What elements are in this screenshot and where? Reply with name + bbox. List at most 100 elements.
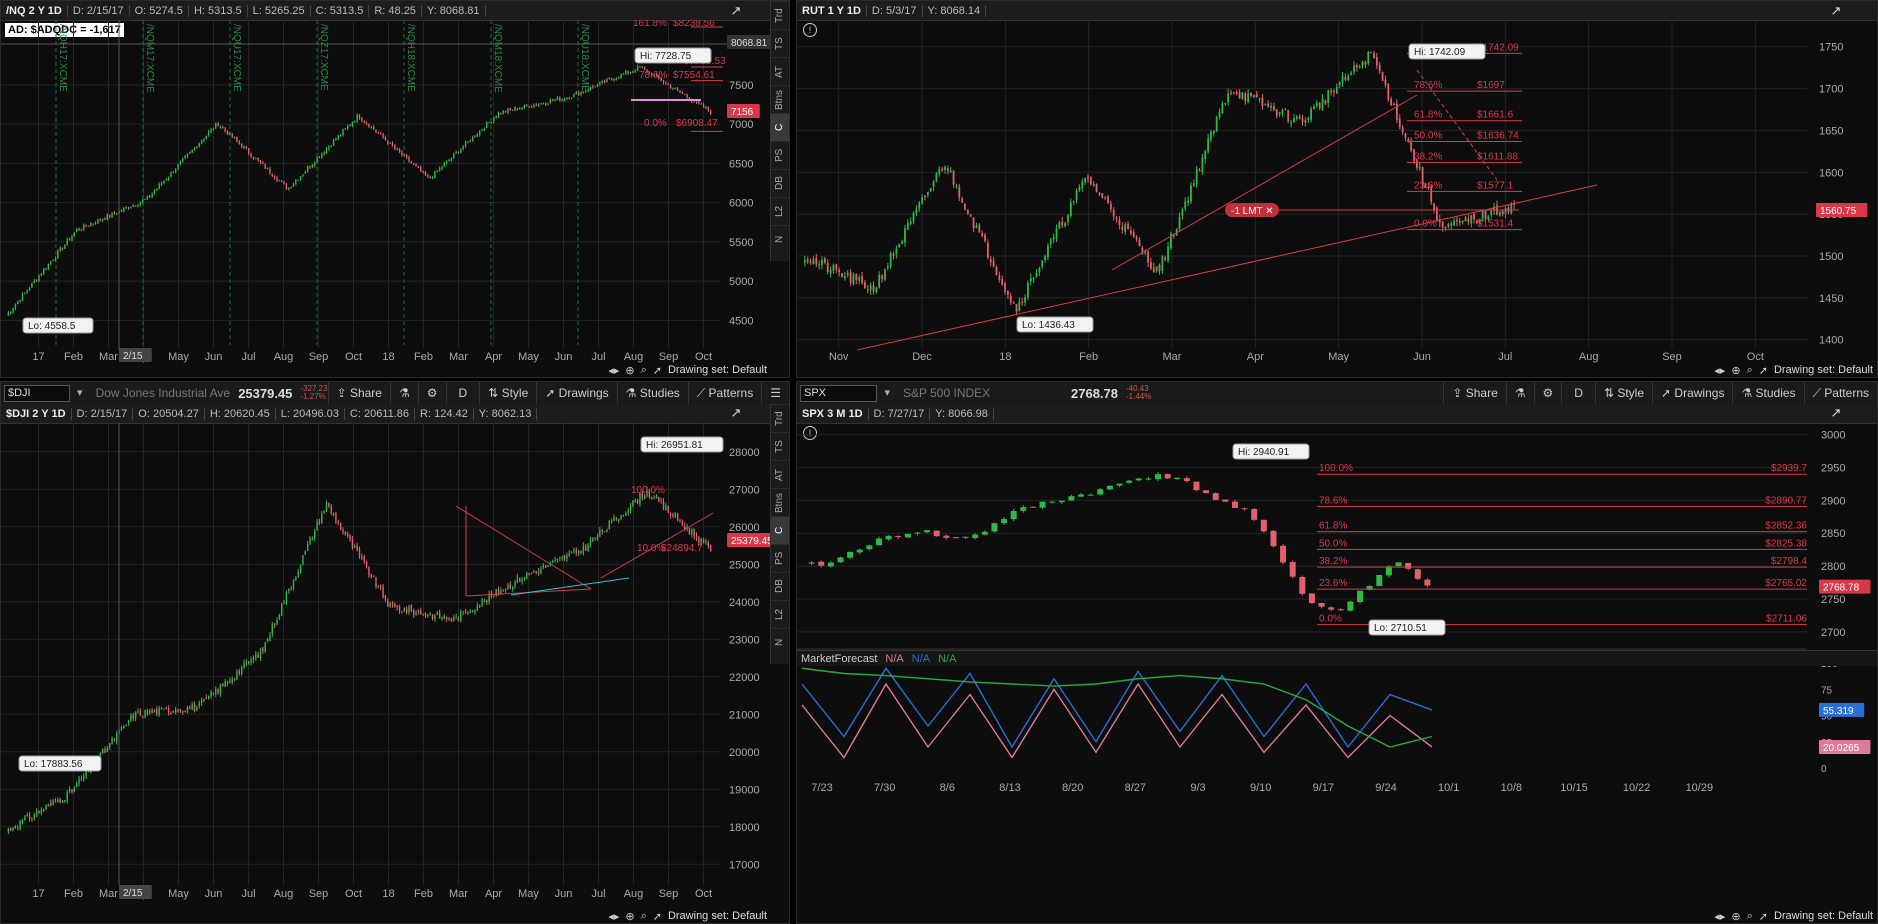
spx-chart-canvas[interactable]: 2700 2750 2800 2850 2900 2950 3000 100.0% $2939.…: [797, 423, 1878, 911]
aggregation-button[interactable]: D: [1561, 382, 1595, 404]
side-tab-ps[interactable]: PS: [771, 141, 789, 169]
drawings-button[interactable]: ➚ Drawings: [1652, 382, 1732, 404]
rut-candle: [1261, 97, 1264, 107]
chart-symbol-period[interactable]: /NQ 2 Y 1D: [1, 4, 68, 17]
zoom-icon[interactable]: ⌕: [1747, 364, 1753, 377]
zoom-icon[interactable]: ⌕: [641, 910, 647, 923]
share-button[interactable]: ⇪ Share: [1443, 382, 1505, 404]
indicator-tag-2: 20.0265: [1823, 743, 1860, 754]
patterns-button[interactable]: ⟋ Patterns: [1803, 382, 1877, 404]
rut-chart-canvas[interactable]: 14001450150015501600165017001750NovDec18…: [797, 20, 1878, 365]
dji-candle: [111, 738, 113, 745]
dji-chart-canvas[interactable]: 17000 18000 19000 20000 21000 22000 23000 24000…: [1, 423, 773, 911]
chart-expand-icon[interactable]: ↗: [1829, 4, 1843, 18]
cursor-icon[interactable]: ➚: [1759, 910, 1768, 923]
rut-candle: [1433, 203, 1435, 210]
style-button[interactable]: ⇅ Style: [1594, 382, 1652, 404]
nq-candle: [368, 124, 370, 128]
crosshair-icon[interactable]: ⊕: [1731, 910, 1740, 923]
spx-candle: [1058, 500, 1065, 503]
rut-candle: [1007, 291, 1009, 296]
nq-candle: [615, 78, 618, 80]
dji-candle: [483, 599, 486, 601]
chart-expand-icon[interactable]: ↗: [729, 406, 743, 420]
gear-icon[interactable]: ⚙: [1533, 382, 1562, 404]
side-tab-l2[interactable]: L2: [771, 197, 789, 225]
chart-expand-icon[interactable]: ↗: [729, 4, 743, 18]
dji-candle: [674, 513, 676, 518]
rut-candle: [1044, 256, 1046, 261]
fib-pct-label: 78.6%: [1414, 80, 1442, 91]
fib-price-label: $1697: [1477, 80, 1505, 91]
side-tab-l2[interactable]: L2: [771, 600, 789, 628]
side-tab-trd[interactable]: Trd: [771, 404, 789, 432]
gear-icon[interactable]: ⚙: [417, 382, 446, 404]
pan-icon[interactable]: ◂▸: [608, 364, 619, 377]
dji-candle: [509, 583, 512, 589]
side-tab-db[interactable]: DB: [771, 572, 789, 600]
drawing-set-label[interactable]: Drawing set: Default: [668, 364, 767, 376]
pan-icon[interactable]: ◂▸: [1714, 910, 1725, 923]
nq-candle: [417, 166, 420, 168]
side-tab-ts[interactable]: TS: [771, 432, 789, 460]
nq-candle: [582, 91, 585, 93]
nq-candle: [318, 157, 321, 159]
patterns-button[interactable]: ⟋ Patterns: [687, 382, 761, 404]
cursor-icon[interactable]: ➚: [1759, 364, 1768, 377]
chart-symbol-period[interactable]: SPX 3 M 1D: [797, 407, 869, 420]
dji-candle: [193, 703, 196, 711]
zoom-icon[interactable]: ⌕: [641, 364, 647, 377]
fib-price-label: $2890.77: [1765, 495, 1807, 506]
chart-expand-icon[interactable]: ↗: [1829, 406, 1843, 420]
side-tab-db[interactable]: DB: [771, 169, 789, 197]
side-tab-c[interactable]: C: [771, 516, 789, 544]
flask-icon[interactable]: ⚗: [1505, 382, 1534, 404]
symbol-selector[interactable]: $DJI: [4, 384, 82, 402]
studies-button[interactable]: ⚗ Studies: [1732, 382, 1803, 404]
pan-icon[interactable]: ◂▸: [1714, 364, 1725, 377]
nq-candle: [38, 275, 40, 281]
drawing-set-label[interactable]: Drawing set: Default: [1774, 910, 1873, 922]
drawing-set-label[interactable]: Drawing set: Default: [1774, 364, 1873, 376]
crosshair-icon[interactable]: ⊕: [1731, 364, 1740, 377]
zoom-icon[interactable]: ⌕: [1747, 910, 1753, 923]
rut-candle: [1029, 277, 1032, 282]
lo-label: Lo: 1436.43: [1022, 320, 1075, 331]
drawing-set-label[interactable]: Drawing set: Default: [668, 910, 767, 922]
cursor-icon[interactable]: ➚: [653, 364, 662, 377]
side-tab-at[interactable]: AT: [771, 57, 789, 85]
side-tab-trd[interactable]: Trd: [771, 1, 789, 29]
chart-symbol-period[interactable]: $DJI 2 Y 1D: [1, 407, 72, 420]
share-button[interactable]: ⇪ Share: [327, 382, 390, 404]
pan-icon[interactable]: ◂▸: [608, 910, 619, 923]
symbol-selector[interactable]: SPX: [800, 384, 890, 402]
nq-candle: [592, 86, 594, 88]
chart-symbol-period[interactable]: RUT 1 Y 1D: [797, 4, 867, 17]
crosshair-icon[interactable]: ⊕: [625, 910, 634, 923]
style-button[interactable]: ⇅ Style: [479, 382, 536, 404]
crosshair-icon[interactable]: ⊕: [625, 364, 634, 377]
dji-candle: [394, 604, 396, 607]
studies-button[interactable]: ⚗ Studies: [616, 382, 688, 404]
menu-icon[interactable]: ☰: [761, 382, 789, 404]
side-tab-ps[interactable]: PS: [771, 544, 789, 572]
side-tab-at[interactable]: AT: [771, 460, 789, 488]
side-tab-n[interactable]: N: [771, 225, 789, 253]
dji-candle: [410, 605, 413, 611]
side-tab-n[interactable]: N: [771, 628, 789, 656]
dji-candle: [137, 711, 139, 713]
nq-chart-canvas[interactable]: 4500 5000 5500 6000 6500 7000 7500 17 Feb Mar Apr M…: [1, 20, 773, 365]
lo-label: Lo: 17883.56: [24, 759, 83, 770]
side-tab-btns[interactable]: Btns: [771, 488, 789, 516]
rut-candle: [803, 260, 806, 263]
rut-candle: [1227, 93, 1230, 103]
side-tab-btns[interactable]: Btns: [771, 85, 789, 113]
aggregation-button[interactable]: D: [445, 382, 480, 404]
fib-pct-label: 0.0%: [1319, 614, 1342, 625]
cursor-icon[interactable]: ➚: [653, 910, 662, 923]
side-tab-ts[interactable]: TS: [771, 29, 789, 57]
side-tab-c[interactable]: C: [771, 113, 789, 141]
flask-icon[interactable]: ⚗: [389, 382, 418, 404]
indicator-name[interactable]: MarketForecast: [797, 653, 881, 665]
drawings-button[interactable]: ➚ Drawings: [536, 382, 616, 404]
